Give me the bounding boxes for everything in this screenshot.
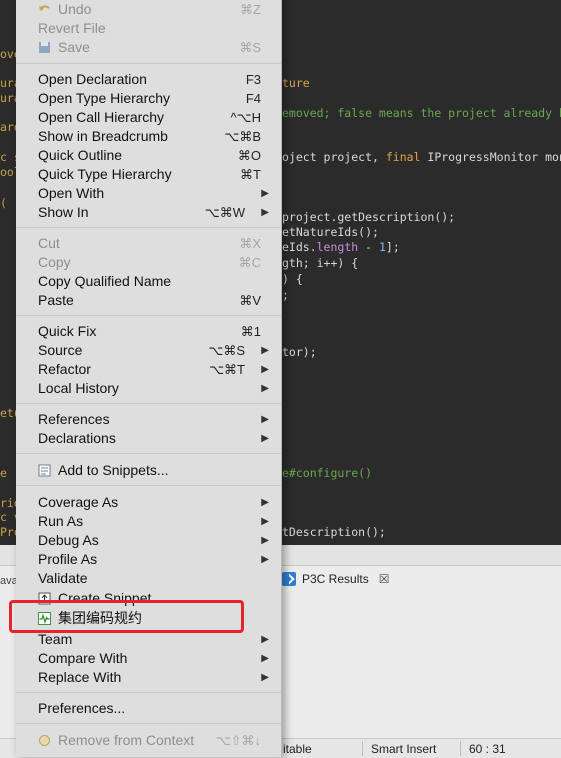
submenu-arrow-icon: ▶: [261, 497, 269, 508]
code-line: ;: [282, 288, 289, 302]
status-divider: [460, 741, 461, 756]
menu-item-show-in-breadcrumb[interactable]: Show in Breadcrumb ⌥⌘B: [38, 127, 271, 146]
code-line: e#configure(): [282, 466, 373, 480]
menu-item-run-as[interactable]: Run As ▶: [38, 512, 271, 531]
code-line: gth; i++) {: [282, 256, 359, 270]
menu-item-show-in[interactable]: Show In ⌥⌘W ▶: [38, 203, 271, 222]
code-fragment: e: [0, 466, 7, 480]
tab-p3c-results[interactable]: P3C Results ☒: [282, 569, 389, 589]
menu-item-references[interactable]: References ▶: [38, 410, 271, 429]
status-divider: [362, 741, 363, 756]
menu-item-profile-as[interactable]: Profile As ▶: [38, 550, 271, 569]
code-line: eIds.length - 1];: [282, 240, 400, 254]
menu-item-copy[interactable]: Copy ⌘C: [38, 253, 271, 272]
code-line: tor);: [282, 345, 317, 359]
code-line: ture: [282, 76, 310, 90]
save-icon: [39, 42, 50, 53]
menu-item-quick-type-hierarchy[interactable]: Quick Type Hierarchy ⌘T: [38, 165, 271, 184]
code-line: emoved; false means the project already …: [282, 106, 561, 120]
menu-item-open-type-hierarchy[interactable]: Open Type Hierarchy F4: [38, 89, 271, 108]
status-writable: itable: [283, 742, 312, 756]
menu-item-undo[interactable]: Undo ⌘Z: [38, 0, 271, 19]
status-cursor-position: 60 : 31: [469, 742, 506, 756]
menu-item-remove-from-context[interactable]: Remove from Context ⌥⇧⌘↓: [38, 731, 271, 750]
p3c-results-icon: [282, 572, 296, 586]
annotation-highlight-box: [9, 600, 244, 633]
menu-separator: [16, 403, 281, 404]
menu-item-quick-fix[interactable]: Quick Fix ⌘1: [38, 322, 271, 341]
menu-item-compare-with[interactable]: Compare With ▶: [38, 649, 271, 668]
code-line: tDescription();: [282, 525, 386, 539]
menu-item-open-with[interactable]: Open With ▶: [38, 184, 271, 203]
submenu-arrow-icon: ▶: [261, 345, 269, 356]
submenu-arrow-icon: ▶: [261, 383, 269, 394]
menu-separator: [16, 723, 281, 724]
menu-item-refactor[interactable]: Refactor ⌥⌘T ▶: [38, 360, 271, 379]
menu-item-source[interactable]: Source ⌥⌘S ▶: [38, 341, 271, 360]
close-icon[interactable]: ☒: [379, 572, 390, 586]
submenu-arrow-icon: ▶: [261, 516, 269, 527]
menu-separator: [16, 485, 281, 486]
menu-item-cut[interactable]: Cut ⌘X: [38, 234, 271, 253]
menu-separator: [16, 63, 281, 64]
code-line: ) {: [282, 272, 303, 286]
menu-item-coverage-as[interactable]: Coverage As ▶: [38, 493, 271, 512]
remove-context-icon: [39, 735, 50, 746]
menu-item-add-to-snippets[interactable]: Add to Snippets...: [38, 461, 271, 480]
menu-item-replace-with[interactable]: Replace With ▶: [38, 668, 271, 687]
menu-item-revert-file[interactable]: Revert File: [38, 19, 271, 38]
submenu-arrow-icon: ▶: [261, 535, 269, 546]
menu-item-open-call-hierarchy[interactable]: Open Call Hierarchy ^⌥H: [38, 108, 271, 127]
menu-separator: [16, 227, 281, 228]
menu-separator: [16, 453, 281, 454]
code-line: project.getDescription();: [282, 210, 456, 224]
menu-item-copy-qualified-name[interactable]: Copy Qualified Name: [38, 272, 271, 291]
menu-item-paste[interactable]: Paste ⌘V: [38, 291, 271, 310]
code-line: etNatureIds();: [282, 225, 379, 239]
menu-item-local-history[interactable]: Local History ▶: [38, 379, 271, 398]
menu-item-debug-as[interactable]: Debug As ▶: [38, 531, 271, 550]
submenu-arrow-icon: ▶: [261, 634, 269, 645]
tab-label: P3C Results: [302, 572, 369, 586]
status-insert-mode: Smart Insert: [371, 742, 437, 756]
submenu-arrow-icon: ▶: [261, 188, 269, 199]
menu-item-quick-outline[interactable]: Quick Outline ⌘O: [38, 146, 271, 165]
code-fragment: (: [0, 196, 7, 210]
submenu-arrow-icon: ▶: [261, 207, 269, 218]
submenu-arrow-icon: ▶: [261, 672, 269, 683]
code-line: oject project, final IProgressMonitor mo…: [282, 150, 561, 164]
menu-separator: [16, 692, 281, 693]
undo-icon: [39, 5, 50, 11]
context-menu: Undo ⌘Z Revert File Save ⌘S Open Declara…: [16, 0, 282, 757]
menu-item-preferences[interactable]: Preferences...: [38, 699, 271, 718]
menu-separator: [16, 315, 281, 316]
menu-item-declarations[interactable]: Declarations ▶: [38, 429, 271, 448]
submenu-arrow-icon: ▶: [261, 554, 269, 565]
submenu-arrow-icon: ▶: [261, 653, 269, 664]
menu-item-validate[interactable]: Validate: [38, 569, 271, 588]
submenu-arrow-icon: ▶: [261, 433, 269, 444]
snippet-icon: [38, 464, 51, 477]
menu-item-open-declaration[interactable]: Open Declaration F3: [38, 70, 271, 89]
submenu-arrow-icon: ▶: [261, 364, 269, 375]
menu-item-save[interactable]: Save ⌘S: [38, 38, 271, 57]
submenu-arrow-icon: ▶: [261, 414, 269, 425]
